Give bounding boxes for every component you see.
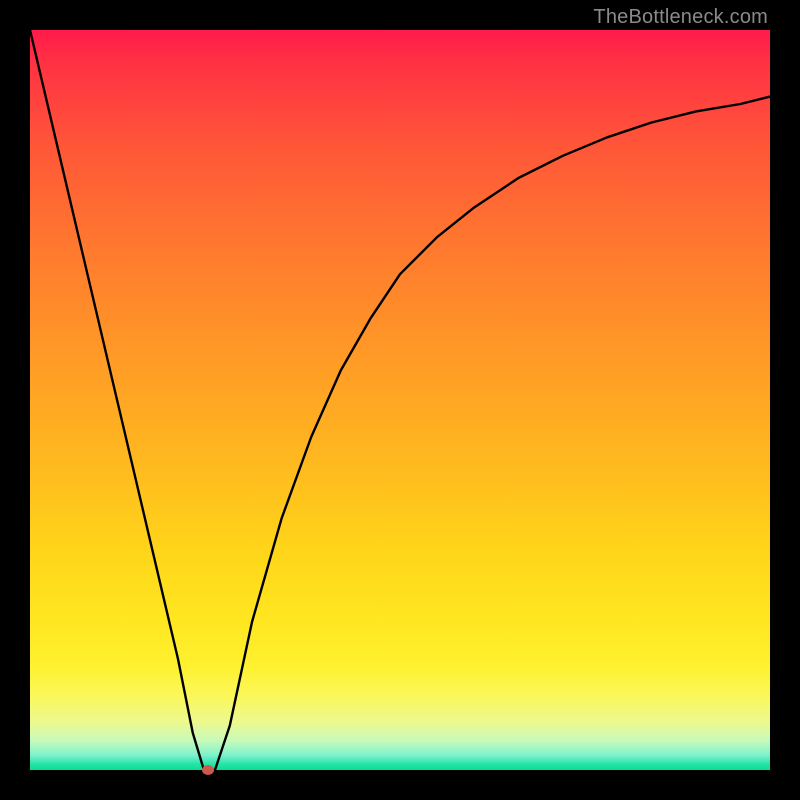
bottleneck-curve — [30, 30, 770, 770]
optimal-point-marker — [202, 765, 214, 775]
chart-frame: TheBottleneck.com — [0, 0, 800, 800]
plot-area — [30, 30, 770, 770]
attribution-label: TheBottleneck.com — [593, 6, 768, 29]
